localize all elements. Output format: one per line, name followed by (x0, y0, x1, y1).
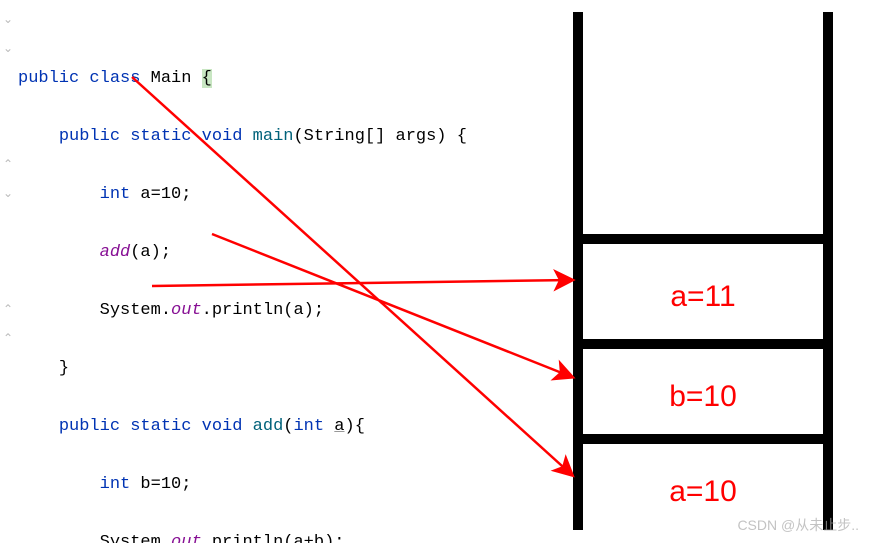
fold-icon: ⌄ (0, 180, 16, 209)
code-line: public class Main { (0, 64, 510, 93)
stack-frame-label: a=11 (670, 280, 735, 314)
code-line: System.out.println(a); (0, 296, 510, 325)
fold-icon: ⌄ (0, 35, 16, 64)
code-line: int b=10; (0, 470, 510, 499)
fold-gutter: ⌄ ⌄ ⌃ ⌄ ⌃ ⌃ (0, 6, 16, 354)
stack-frame: b=10 (583, 339, 823, 444)
stack-frame-label: a=10 (669, 475, 737, 509)
stack-left-wall (573, 12, 583, 530)
code-line: add(a); (0, 238, 510, 267)
stack-frame-label: b=10 (669, 380, 737, 414)
code-line: System.out.println(a+b); (0, 528, 510, 543)
code-line: int a=10; (0, 180, 510, 209)
stack-diagram: a=11 b=10 a=10 (573, 12, 833, 530)
fold-icon: ⌃ (0, 151, 16, 180)
watermark: CSDN @从未止步.. (737, 515, 859, 535)
fold-icon: ⌄ (0, 6, 16, 35)
stack-frame: a=11 (583, 234, 823, 349)
stack-right-wall (823, 12, 833, 530)
code-line: } (0, 354, 510, 383)
code-line: public static void add(int a){ (0, 412, 510, 441)
code-editor: public class Main { public static void m… (0, 0, 510, 543)
fold-icon: ⌃ (0, 325, 16, 354)
code-line: public static void main(String[] args) { (0, 122, 510, 151)
fold-icon: ⌃ (0, 296, 16, 325)
